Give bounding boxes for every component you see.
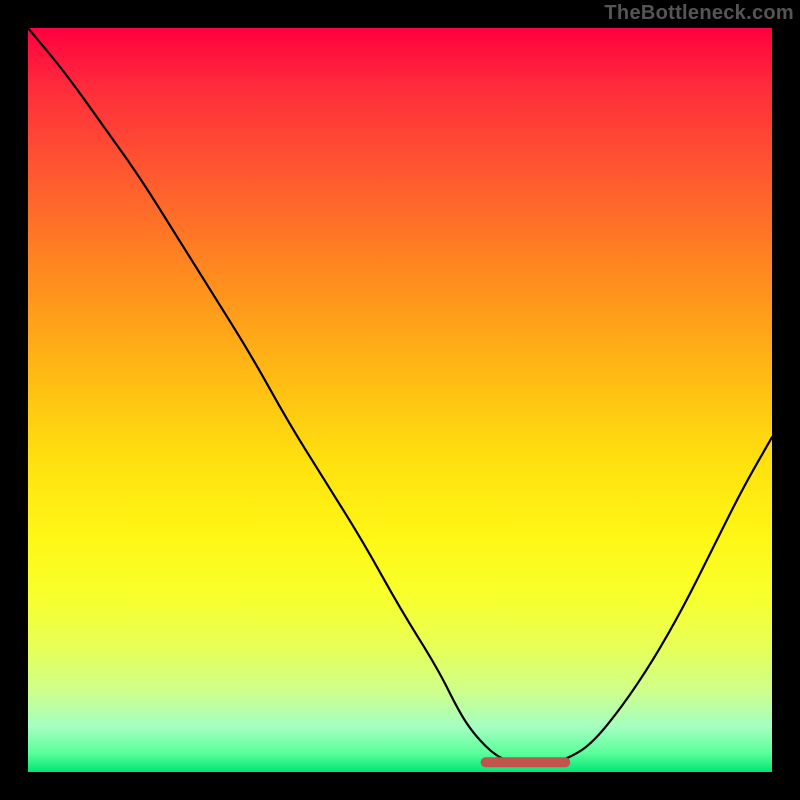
chart-overlay [28, 28, 772, 772]
watermark-text: TheBottleneck.com [604, 2, 794, 25]
chart-stage: TheBottleneck.com [0, 0, 800, 800]
bottleneck-curve [28, 28, 772, 765]
